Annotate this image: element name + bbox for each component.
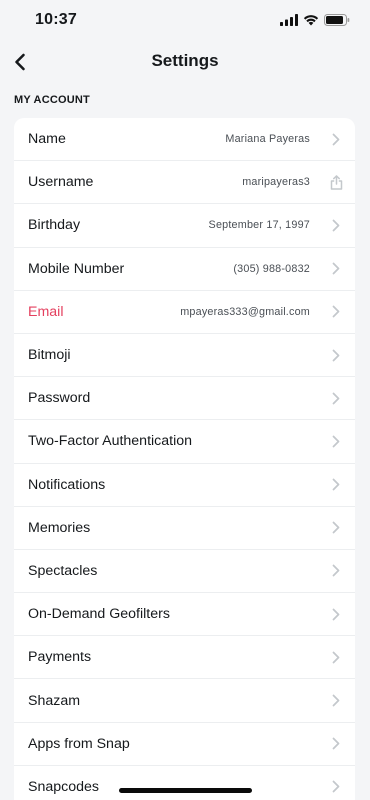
row-label: Birthday bbox=[28, 217, 81, 234]
settings-row-snapcodes[interactable]: Snapcodes bbox=[14, 766, 355, 800]
row-label: Password bbox=[28, 390, 91, 407]
row-value: mpayeras333@gmail.com bbox=[180, 305, 310, 318]
chevron-right-icon bbox=[329, 779, 343, 795]
chevron-right-icon bbox=[329, 477, 343, 493]
row-value: September 17, 1997 bbox=[208, 219, 310, 232]
row-label: On-Demand Geofilters bbox=[28, 606, 170, 623]
status-bar: 10:37 bbox=[0, 0, 370, 42]
battery-icon bbox=[324, 13, 350, 31]
chevron-right-icon bbox=[329, 304, 343, 320]
chevron-right-icon bbox=[329, 261, 343, 277]
row-label: Notifications bbox=[28, 476, 106, 493]
settings-row-mobile-number[interactable]: Mobile Number (305) 988-0832 bbox=[14, 248, 355, 291]
row-label: Payments bbox=[28, 649, 92, 666]
row-label: Memories bbox=[28, 519, 91, 536]
chevron-right-icon bbox=[329, 649, 343, 665]
row-label: Shazam bbox=[28, 692, 81, 709]
settings-row-shazam[interactable]: Shazam bbox=[14, 679, 355, 723]
settings-row-email[interactable]: Email mpayeras333@gmail.com bbox=[14, 291, 355, 334]
settings-screen: 10:37 Settings MY ACCOUNT Name Mariana P… bbox=[0, 0, 370, 800]
chevron-right-icon bbox=[329, 520, 343, 536]
chevron-right-icon bbox=[329, 347, 343, 363]
row-label: Spectacles bbox=[28, 562, 98, 579]
section-header: MY ACCOUNT bbox=[14, 94, 90, 106]
chevron-right-icon bbox=[329, 433, 343, 449]
settings-row-payments[interactable]: Payments bbox=[14, 636, 355, 680]
settings-row-on-demand-geofilters[interactable]: On-Demand Geofilters bbox=[14, 593, 355, 637]
row-value: maripayeras3 bbox=[242, 176, 310, 189]
settings-row-notifications[interactable]: Notifications bbox=[14, 464, 355, 507]
settings-row-birthday[interactable]: Birthday September 17, 1997 bbox=[14, 204, 355, 248]
wifi-icon bbox=[303, 13, 319, 31]
row-label: Two-Factor Authentication bbox=[28, 433, 193, 450]
settings-list: Name Mariana Payeras Username maripayeras3 B… bbox=[14, 118, 355, 800]
settings-row-bitmoji[interactable]: Bitmoji bbox=[14, 334, 355, 378]
chevron-right-icon bbox=[329, 693, 343, 709]
row-label: Bitmoji bbox=[28, 347, 71, 364]
chevron-right-icon bbox=[329, 563, 343, 579]
settings-row-username[interactable]: Username maripayeras3 bbox=[14, 161, 355, 205]
settings-row-apps-from-snap[interactable]: Apps from Snap bbox=[14, 723, 355, 766]
row-value: (305) 988-0832 bbox=[233, 262, 310, 275]
settings-row-name[interactable]: Name Mariana Payeras bbox=[14, 118, 355, 162]
settings-row-spectacles[interactable]: Spectacles bbox=[14, 550, 355, 594]
chevron-right-icon bbox=[329, 131, 343, 147]
row-label: Snapcodes bbox=[28, 778, 99, 795]
cellular-signal-icon bbox=[280, 13, 298, 31]
home-indicator bbox=[119, 788, 252, 793]
row-label: Apps from Snap bbox=[28, 735, 130, 752]
row-value: Mariana Payeras bbox=[225, 133, 310, 146]
settings-row-memories[interactable]: Memories bbox=[14, 507, 355, 550]
settings-row-two-factor-authentication[interactable]: Two-Factor Authentication bbox=[14, 420, 355, 464]
page-title: Settings bbox=[151, 51, 219, 70]
status-time: 10:37 bbox=[35, 11, 77, 28]
row-label: Mobile Number bbox=[28, 260, 125, 277]
navigation-bar: Settings bbox=[0, 42, 370, 82]
chevron-right-icon bbox=[329, 736, 343, 752]
chevron-right-icon bbox=[329, 217, 343, 233]
row-label: Username bbox=[28, 174, 94, 191]
status-icons bbox=[280, 13, 350, 31]
settings-row-password[interactable]: Password bbox=[14, 377, 355, 421]
share-icon[interactable] bbox=[329, 174, 343, 190]
row-label: Email bbox=[28, 303, 64, 320]
row-label: Name bbox=[28, 131, 66, 148]
chevron-right-icon bbox=[329, 390, 343, 406]
chevron-right-icon bbox=[329, 606, 343, 622]
